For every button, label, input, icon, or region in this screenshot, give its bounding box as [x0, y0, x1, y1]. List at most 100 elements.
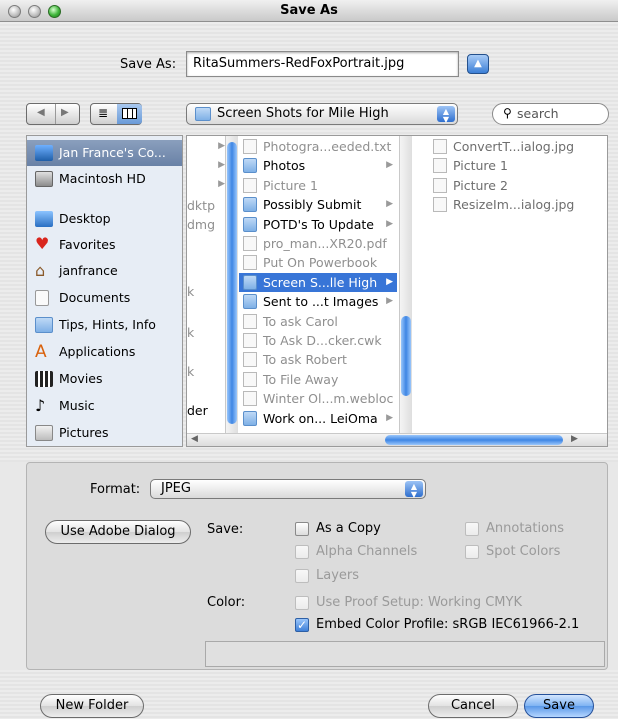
sidebar-item-label: Documents — [59, 290, 131, 305]
sidebar-item-label: Macintosh HD — [59, 171, 146, 186]
pictures-icon — [35, 425, 53, 441]
filename-field[interactable]: RitaSummers-RedFoxPortrait.jpg — [186, 51, 459, 77]
expand-browser-button[interactable]: ▲ — [467, 54, 489, 74]
folder-icon — [243, 158, 257, 174]
list-view-icon[interactable]: ≣ — [98, 106, 108, 120]
list-item-label: To ask Robert — [263, 352, 347, 368]
list-item[interactable]: To ask Robert — [239, 350, 397, 369]
folder-icon — [243, 197, 257, 213]
chevron-right-icon: ▶ — [386, 412, 393, 423]
sidebar-item-documents[interactable]: Documents — [27, 285, 182, 311]
use-adobe-dialog-button[interactable]: Use Adobe Dialog — [45, 520, 191, 544]
search-field[interactable]: ⚲ search — [492, 103, 609, 125]
new-folder-button[interactable]: New Folder — [40, 694, 144, 718]
list-item[interactable]: k — [187, 323, 223, 342]
list-item[interactable]: Winter Ol...m.webloc — [239, 389, 397, 408]
view-toggle[interactable]: ≣ — [90, 103, 142, 125]
image-file-icon — [433, 139, 447, 154]
list-item[interactable]: Picture 1 — [239, 176, 397, 195]
list-item-label: Winter Ol...m.webloc — [263, 391, 394, 407]
status-box — [205, 641, 605, 667]
list-item-label: Put On Powerbook — [263, 255, 378, 271]
list-item[interactable]: ConvertT...ialog.jpg — [429, 137, 605, 156]
list-item[interactable]: To ask Carol — [239, 312, 397, 331]
use-proof-setup-checkbox[interactable] — [295, 596, 309, 610]
scroll-thumb[interactable] — [227, 142, 237, 424]
alpha-channels-checkbox[interactable] — [295, 545, 309, 559]
sidebar-item-tips[interactable]: Tips, Hints, Info — [27, 312, 182, 338]
list-item[interactable]: Work on... LeiOma ▶ — [239, 409, 397, 428]
cancel-button[interactable]: Cancel — [428, 694, 518, 718]
list-item-label: Photogra...eeded.txt — [263, 139, 392, 154]
as-a-copy-label: As a Copy — [316, 521, 381, 536]
sidebar-item-applications[interactable]: A Applications — [27, 339, 182, 365]
list-item[interactable]: Photogra...eeded.txt — [239, 137, 397, 156]
list-item[interactable]: Screen S...lle High ▶ — [239, 272, 397, 292]
format-popup[interactable]: JPEG ▲ ▼ — [150, 479, 426, 499]
as-a-copy-checkbox[interactable] — [295, 522, 309, 536]
sidebar-item-label: Tips, Hints, Info — [59, 317, 156, 332]
column-1-scrollbar[interactable] — [399, 136, 412, 433]
list-item[interactable]: k — [187, 362, 223, 381]
list-item[interactable]: ResizeIm...ialog.jpg — [429, 195, 605, 214]
sidebar-item-label: Favorites — [59, 237, 116, 252]
horizontal-scrollbar[interactable]: ◀ ▶ — [187, 433, 607, 446]
list-item[interactable]: To File Away — [239, 370, 397, 389]
sidebar-item-computer[interactable]: Jan France's Co... — [27, 140, 182, 166]
list-item[interactable]: dktp — [187, 196, 223, 215]
list-item[interactable]: pro_man...XR20.pdf — [239, 234, 397, 253]
list-item-label: To ask Carol — [263, 313, 338, 329]
list-item[interactable]: der — [187, 401, 225, 420]
save-button[interactable]: Save — [524, 694, 594, 718]
list-item[interactable]: POTD's To Update ▶ — [239, 215, 397, 234]
column-view-icon[interactable] — [117, 104, 142, 124]
sidebar-item-janfrance[interactable]: ⌂ janfrance — [27, 258, 182, 284]
movies-icon — [35, 371, 53, 387]
column-0-scrollbar[interactable] — [225, 136, 238, 433]
forward-arrow-icon[interactable]: ▶ — [61, 107, 69, 118]
list-item-label: Picture 2 — [453, 177, 508, 193]
list-item[interactable]: Sent to ...t Images ▶ — [239, 292, 397, 311]
list-item[interactable]: Possibly Submit ▶ — [239, 195, 397, 214]
sidebar-item-music[interactable]: ♪ Music — [27, 393, 182, 419]
sidebar-item-pictures[interactable]: Pictures — [27, 420, 182, 446]
triangle-up-icon: ▲ — [474, 58, 482, 69]
popup-arrows-icon: ▲ ▼ — [405, 481, 423, 498]
list-item[interactable]: To Ask D...cker.cwk — [239, 331, 397, 350]
layers-checkbox[interactable] — [295, 569, 309, 583]
annotations-checkbox[interactable] — [465, 522, 479, 536]
folder-icon — [243, 294, 257, 310]
sidebar-item-label: Applications — [59, 344, 136, 359]
location-popup[interactable]: Screen Shots for Mile High ▲ ▼ — [186, 103, 458, 125]
scroll-thumb[interactable] — [401, 316, 411, 396]
list-item[interactable]: k — [187, 282, 223, 301]
back-forward-buttons[interactable]: ◀ ▶ — [26, 103, 80, 125]
document-icon — [243, 371, 257, 387]
search-placeholder: search — [517, 106, 559, 121]
image-file-icon — [433, 177, 447, 193]
sidebar-item-desktop[interactable]: Desktop — [27, 206, 182, 232]
list-item: ▶ — [218, 141, 225, 151]
save-options-label: Save: — [207, 522, 244, 537]
scroll-right-icon[interactable]: ▶ — [571, 434, 578, 444]
list-item[interactable]: Picture 1 — [429, 156, 605, 175]
chevron-right-icon: ▶ — [386, 218, 393, 229]
spot-colors-checkbox[interactable] — [465, 545, 479, 559]
list-item[interactable]: Photos ▶ — [239, 156, 397, 175]
list-item[interactable]: Put On Powerbook — [239, 253, 397, 272]
chevron-right-icon: ▶ — [386, 199, 393, 210]
embed-color-profile-checkbox[interactable]: ✓ — [295, 618, 309, 632]
back-arrow-icon[interactable]: ◀ — [37, 107, 45, 118]
list-item-label: Photos — [263, 158, 306, 174]
sidebar-item-movies[interactable]: Movies — [27, 366, 182, 392]
desktop-folder-icon — [35, 211, 53, 227]
scroll-thumb[interactable] — [385, 435, 563, 445]
popup-arrows-icon: ▲ ▼ — [437, 106, 455, 124]
color-options-label: Color: — [207, 595, 246, 610]
sidebar-item-macintosh-hd[interactable]: Macintosh HD — [27, 166, 182, 192]
list-item[interactable]: Picture 2 — [429, 176, 605, 195]
list-item[interactable]: dmg — [187, 215, 223, 234]
sidebar-item-favorites[interactable]: ♥ Favorites — [27, 232, 182, 258]
sidebar-item-label: janfrance — [59, 263, 118, 278]
scroll-left-icon[interactable]: ◀ — [191, 434, 198, 444]
